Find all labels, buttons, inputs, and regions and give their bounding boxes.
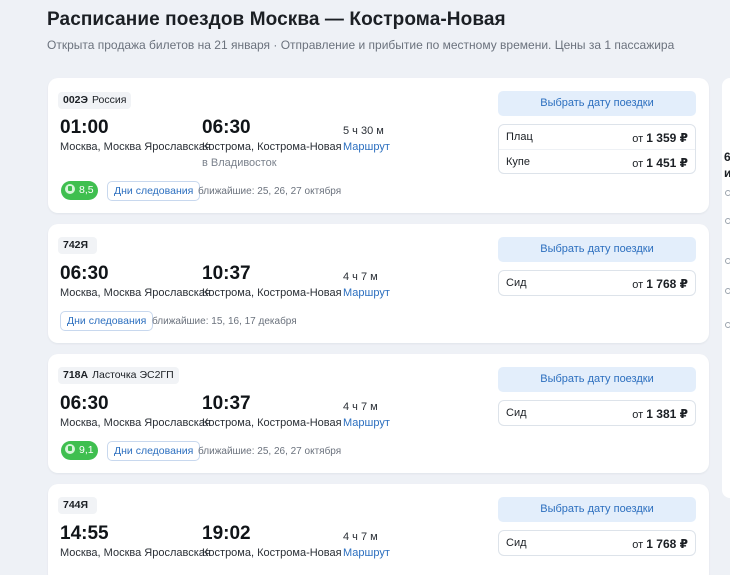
price-amount: 1 381 ₽ — [646, 407, 688, 421]
train-badge: 718А Ласточка ЭС2ГП — [58, 367, 179, 384]
departure-time: 06:30 — [60, 393, 109, 414]
departure-station: Москва, Москва Ярославская — [60, 547, 211, 559]
train-icon — [65, 184, 75, 194]
price-prefix: от — [632, 539, 644, 551]
info-icon — [725, 218, 730, 224]
route-link[interactable]: Маршрут — [343, 287, 390, 299]
train-name: Ласточка ЭС2ГП — [92, 369, 174, 381]
train-number: 718А — [63, 369, 89, 381]
train-badge: 002Э Россия — [58, 92, 132, 109]
arrival-station: Кострома, Кострома-Новая — [202, 287, 342, 299]
rating-badge[interactable]: 8,5 — [61, 181, 98, 200]
side-panel-text: и — [724, 166, 730, 180]
price-amount: 1 768 ₽ — [646, 537, 688, 551]
days-button[interactable]: Дни следования — [107, 441, 201, 461]
price-row[interactable]: Плац от 1 359 ₽ — [499, 125, 695, 149]
price-amount: 1 451 ₽ — [646, 156, 688, 170]
page-title: Расписание поездов Москва — Кострома-Нов… — [47, 9, 506, 30]
price-row[interactable]: Сид от 1 768 ₽ — [499, 531, 695, 555]
arrival-note: в Владивосток — [202, 157, 277, 169]
class-label: Сид — [506, 407, 527, 419]
choose-date-button[interactable]: Выбрать дату поездки — [498, 237, 696, 262]
price-value: от 1 359 ₽ — [632, 131, 688, 145]
arrival-time: 10:37 — [202, 263, 251, 284]
info-icon — [725, 288, 730, 294]
train-card: 744Я 14:55 Москва, Москва Ярославская 19… — [48, 484, 709, 575]
departure-time: 01:00 — [60, 117, 109, 138]
page-subtitle: Открыта продажа билетов на 21 января · О… — [47, 38, 675, 52]
price-row[interactable]: Сид от 1 768 ₽ — [499, 271, 695, 295]
price-value: от 1 768 ₽ — [632, 277, 688, 291]
train-name: Россия — [92, 94, 127, 106]
trip-duration: 4 ч 7 м — [343, 531, 378, 543]
departure-station: Москва, Москва Ярославская — [60, 287, 211, 299]
price-value: от 1 451 ₽ — [632, 156, 688, 170]
train-number: 002Э — [63, 94, 88, 106]
price-row[interactable]: Сид от 1 381 ₽ — [499, 401, 695, 425]
price-row[interactable]: Купе от 1 451 ₽ — [499, 149, 695, 173]
info-icon — [725, 322, 730, 328]
class-label: Сид — [506, 537, 527, 549]
train-icon — [65, 444, 75, 454]
trip-duration: 4 ч 7 м — [343, 271, 378, 283]
class-label: Сид — [506, 277, 527, 289]
price-list: Сид от 1 768 ₽ — [498, 270, 696, 296]
info-icon — [725, 258, 730, 264]
arrival-time: 06:30 — [202, 117, 251, 138]
train-card: 718А Ласточка ЭС2ГП 06:30 Москва, Москва … — [48, 354, 709, 473]
choose-date-button[interactable]: Выбрать дату поездки — [498, 367, 696, 392]
price-list: Плац от 1 359 ₽ Купе от 1 451 ₽ — [498, 124, 696, 174]
trip-duration: 5 ч 30 м — [343, 125, 384, 137]
arrival-station: Кострома, Кострома-Новая — [202, 141, 342, 153]
arrival-station: Кострома, Кострома-Новая — [202, 547, 342, 559]
price-list: Сид от 1 381 ₽ — [498, 400, 696, 426]
departure-time: 06:30 — [60, 263, 109, 284]
price-prefix: от — [632, 133, 644, 145]
days-button[interactable]: Дни следования — [107, 181, 201, 201]
price-value: от 1 381 ₽ — [632, 407, 688, 421]
departure-station: Москва, Москва Ярославская — [60, 141, 211, 153]
price-amount: 1 768 ₽ — [646, 277, 688, 291]
nearest-dates: ближайшие: 15, 16, 17 декабря — [152, 316, 297, 327]
rating-value: 9,1 — [79, 444, 94, 456]
train-badge: 742Я — [58, 237, 98, 254]
departure-station: Москва, Москва Ярославская — [60, 417, 211, 429]
choose-date-button[interactable]: Выбрать дату поездки — [498, 497, 696, 522]
class-label: Плац — [506, 131, 533, 143]
arrival-time: 19:02 — [202, 523, 251, 544]
choose-date-button[interactable]: Выбрать дату поездки — [498, 91, 696, 116]
rating-badge[interactable]: 9,1 — [61, 441, 98, 460]
train-badge: 744Я — [58, 497, 98, 514]
info-icon — [725, 190, 730, 196]
train-number: 744Я — [63, 499, 89, 511]
departure-time: 14:55 — [60, 523, 109, 544]
train-card: 002Э Россия 01:00 Москва, Москва Ярославс… — [48, 78, 709, 213]
price-value: от 1 768 ₽ — [632, 537, 688, 551]
days-button[interactable]: Дни следования — [60, 311, 154, 331]
route-link[interactable]: Маршрут — [343, 141, 390, 153]
route-link[interactable]: Маршрут — [343, 547, 390, 559]
class-label: Купе — [506, 156, 530, 168]
train-number: 742Я — [63, 239, 89, 251]
arrival-time: 10:37 — [202, 393, 251, 414]
trip-duration: 4 ч 7 м — [343, 401, 378, 413]
rating-value: 8,5 — [79, 184, 94, 196]
price-list: Сид от 1 768 ₽ — [498, 530, 696, 556]
price-prefix: от — [632, 279, 644, 291]
arrival-station: Кострома, Кострома-Новая — [202, 417, 342, 429]
route-link[interactable]: Маршрут — [343, 417, 390, 429]
nearest-dates: ближайшие: 25, 26, 27 октября — [198, 446, 342, 457]
price-amount: 1 359 ₽ — [646, 131, 688, 145]
train-card: 742Я 06:30 Москва, Москва Ярославская 10… — [48, 224, 709, 343]
side-panel-text: 6 — [724, 150, 730, 164]
price-prefix: от — [632, 409, 644, 421]
nearest-dates: ближайшие: 25, 26, 27 октября — [198, 186, 342, 197]
price-prefix: от — [632, 158, 644, 170]
